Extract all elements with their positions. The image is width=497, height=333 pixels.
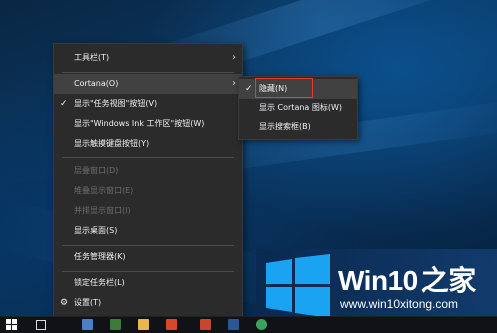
menu-item-task-manager[interactable]: 任务管理器(K) (54, 247, 242, 267)
windows-logo-icon (266, 254, 330, 318)
menu-item-lock-taskbar[interactable]: 锁定任务栏(L) (54, 273, 242, 293)
folder-icon[interactable] (138, 319, 149, 330)
watermark-title: Win10 之家 (338, 265, 476, 296)
menu-item-show-desktop[interactable]: 显示桌面(S) (54, 221, 242, 241)
start-icon[interactable] (6, 319, 17, 330)
menu-item-label: 设置(T) (74, 298, 102, 307)
app-icon[interactable] (166, 319, 177, 330)
chevron-right-icon: › (232, 52, 236, 63)
menu-item-label: 锁定任务栏(L) (74, 278, 125, 287)
menu-item-settings[interactable]: ⚙ 设置(T) (54, 293, 242, 313)
app-icon[interactable] (110, 319, 121, 330)
menu-item-show-task-view[interactable]: ✓ 显示"任务视图"按钮(V) (54, 94, 242, 114)
checkmark-icon: ✓ (245, 84, 253, 94)
highlight-annotation (255, 78, 313, 98)
checkmark-icon: ✓ (60, 99, 68, 109)
menu-item-label: 显示"任务视图"按钮(V) (74, 99, 158, 108)
menu-item-stack-windows: 堆叠显示窗口(E) (54, 181, 242, 201)
gear-icon: ⚙ (60, 298, 69, 308)
menu-separator (62, 157, 234, 158)
menu-separator (62, 72, 234, 73)
app-icon[interactable] (256, 319, 267, 330)
submenu-item-show-cortana-icon[interactable]: 显示 Cortana 图标(W) (239, 98, 357, 118)
menu-item-label: 显示桌面(S) (74, 226, 118, 235)
menu-item-label: 工具栏(T) (74, 53, 110, 62)
watermark-banner: Win10 之家 www.win10xitong.com (256, 249, 497, 324)
app-icon[interactable] (200, 319, 211, 330)
menu-separator (62, 271, 234, 272)
menu-item-show-touch-keyboard[interactable]: 显示触摸键盘按钮(Y) (54, 134, 242, 154)
menu-item-label: 层叠窗口(D) (74, 166, 119, 175)
submenu-item-label: 显示搜索框(B) (259, 122, 311, 131)
task-view-icon[interactable] (36, 320, 46, 330)
menu-item-label: 并排显示窗口(I) (74, 206, 131, 215)
submenu-item-label: 显示 Cortana 图标(W) (259, 103, 343, 112)
menu-item-cortana[interactable]: Cortana(O) › (54, 74, 242, 94)
menu-item-label: 堆叠显示窗口(E) (74, 186, 134, 195)
app-icon[interactable] (82, 319, 93, 330)
menu-item-label: Cortana(O) (74, 79, 119, 88)
taskbar (0, 316, 497, 333)
watermark-url: www.win10xitong.com (340, 297, 459, 311)
submenu-item-show-search-box[interactable]: 显示搜索框(B) (239, 117, 357, 137)
menu-item-side-by-side: 并排显示窗口(I) (54, 201, 242, 221)
menu-item-label: 任务管理器(K) (74, 252, 126, 261)
menu-item-cascade-windows: 层叠窗口(D) (54, 161, 242, 181)
menu-item-toolbars[interactable]: 工具栏(T) › (54, 48, 242, 68)
menu-item-label: 显示"Windows Ink 工作区"按钮(W) (74, 119, 205, 128)
chevron-right-icon: › (232, 78, 236, 89)
taskbar-context-menu: 工具栏(T) › Cortana(O) › ✓ 显示"任务视图"按钮(V) 显示… (53, 43, 243, 317)
menu-item-show-windows-ink[interactable]: 显示"Windows Ink 工作区"按钮(W) (54, 114, 242, 134)
menu-separator (62, 245, 234, 246)
menu-item-label: 显示触摸键盘按钮(Y) (74, 139, 150, 148)
word-icon[interactable] (228, 319, 239, 330)
